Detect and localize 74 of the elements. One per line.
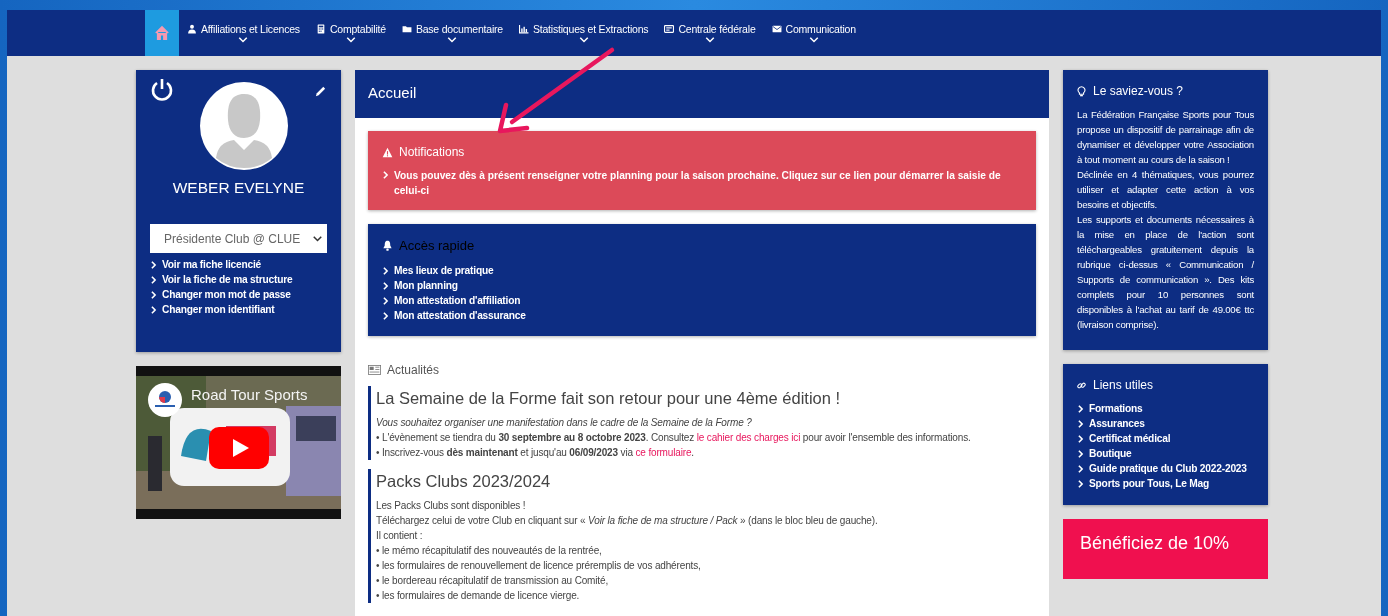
chevron-right-icon (382, 171, 389, 179)
envelope-icon (771, 24, 782, 34)
lightbulb-icon (1077, 85, 1086, 97)
link[interactable]: Boutique (1077, 446, 1132, 461)
id-card-icon (664, 24, 675, 34)
tip-text: Déclinée en 4 thématiques, vous pourrez utiliser et adapter cette action à vos besoins et objectifs. (1077, 168, 1254, 212)
article-text: • Inscrivez-vous dès maintenant et jusqu'au 06/09/2023 via ce formulaire. (376, 446, 695, 460)
power-icon (150, 78, 174, 102)
chevron-down-icon (345, 37, 356, 43)
link[interactable]: Assurances (1077, 416, 1145, 431)
nav-menu-item[interactable]: Centrale fédérale (656, 10, 764, 56)
nav-menu-item[interactable]: Comptabilité (307, 10, 394, 56)
link[interactable]: Voir ma fiche licencié (150, 257, 262, 272)
channel-logo-icon (148, 383, 182, 417)
link[interactable]: Certificat médical (1077, 431, 1171, 446)
play-icon (209, 427, 269, 469)
nav-menu-item[interactable]: Base documentaire (393, 10, 511, 56)
chevron-down-icon (704, 37, 715, 43)
user-name: WEBER EVELYNE (171, 179, 306, 197)
link[interactable]: Mon planning (382, 278, 458, 293)
article-text: • les formulaires de demande de licence vierge. (376, 589, 581, 603)
chevron-down-icon (578, 37, 589, 43)
home-icon (154, 25, 170, 41)
promo-banner[interactable]: Bénéficiez de 10% (1063, 519, 1268, 579)
article-title: Packs Clubs 2023/2024 (376, 471, 552, 492)
bar-chart-icon (518, 24, 529, 34)
link[interactable]: Voir la fiche de ma structure (150, 272, 293, 287)
link[interactable]: Mon attestation d'affiliation (382, 293, 521, 308)
notification-link[interactable]: Vous pouvez dès à présent renseigner votre planning pour la saison prochaine. Cliquez sur ce lien pour démarrer la saisie de celui-ci (382, 168, 1022, 198)
panel-title: Le saviez-vous ? (1093, 84, 1184, 98)
bell-icon (382, 240, 393, 251)
article-text: Les Packs Clubs sont disponibles ! (376, 499, 527, 513)
nav-menu-item[interactable]: Affiliations et Licences (179, 10, 308, 56)
panel-title: Notifications (399, 145, 465, 159)
chevron-down-icon (447, 37, 458, 43)
article-text: • L'évènement se tiendra du 30 septembre au 8 octobre 2023. Consultez le cahier des charges ici pour avoir l'ensemble des informations. (376, 431, 972, 445)
video-player[interactable]: Road Tour Sports (136, 366, 341, 519)
avatar-icon (200, 82, 288, 170)
folder-icon (401, 24, 412, 34)
article-text: Vous souhaitez organiser une manifestation dans le cadre de la Semaine de la Forme ? (376, 416, 753, 430)
promo-text: Bénéficiez de 10% (1080, 533, 1231, 554)
article-title: La Semaine de la Forme fait son retour pour une 4ème édition ! (376, 388, 842, 409)
newspaper-icon (368, 365, 381, 375)
pencil-icon (314, 85, 327, 98)
tip-text: Les supports et documents nécessaires à la mise en place de l'action sont téléchargeables gratuitement depuis la rubrique ci-dessus « Communication / Supports de communication ». Des kits complets pour 10 personnes sont disponibles à l'achat au tarif de 49.00€ ttc (livraison comprise). (1077, 213, 1254, 332)
link[interactable]: Guide pratique du Club 2022-2023 (1077, 461, 1247, 476)
panel-title: Liens utiles (1093, 378, 1154, 392)
chevron-down-icon (808, 37, 819, 43)
text-link[interactable]: le cahier des charges ici (696, 432, 801, 443)
tip-text: La Fédération Française Sports pour Tous propose un dispositif de parrainage afin de dynamiser et développer votre Association à tout moment au cours de la saison ! (1077, 108, 1254, 167)
chevron-down-icon (238, 37, 249, 43)
article-text: • le bordereau récapitulatif de transmission au Comité, (376, 574, 610, 588)
user-icon (187, 24, 197, 34)
panel-title: Accès rapide (399, 238, 475, 253)
warning-icon (382, 146, 393, 158)
video-title: Road Tour Sports (191, 386, 308, 403)
page-title: Accueil (355, 70, 1049, 118)
nav-menu-item[interactable]: Communication (763, 10, 864, 56)
link[interactable]: Mon attestation d'assurance (382, 308, 526, 323)
home-tab[interactable] (145, 10, 179, 56)
section-title: Actualités (387, 363, 440, 377)
nav-menu-item[interactable]: Statistiques et Extractions (510, 10, 657, 56)
link[interactable]: Changer mon mot de passe (150, 287, 291, 302)
chevron-down-icon (313, 235, 322, 242)
link[interactable]: Formations (1077, 401, 1143, 416)
article-text: • le mémo récapitulatif des nouveautés de la rentrée, (376, 544, 603, 558)
link[interactable]: Mes lieux de pratique (382, 263, 494, 278)
role-select[interactable]: Présidente Club @ CLUE (150, 224, 327, 253)
article-text: • les formulaires de renouvellement de licence préremplis de vos adhérents, (376, 559, 702, 573)
article-text: Téléchargez celui de votre Club en cliquant sur « Voir la fiche de ma structure / Pack » (dans le bloc bleu de gauche). (376, 514, 879, 528)
calculator-icon (315, 24, 326, 34)
link[interactable]: Changer mon identifiant (150, 302, 275, 317)
article-text: Il contient : (376, 529, 424, 543)
link[interactable]: Sports pour Tous, Le Mag (1077, 476, 1210, 491)
